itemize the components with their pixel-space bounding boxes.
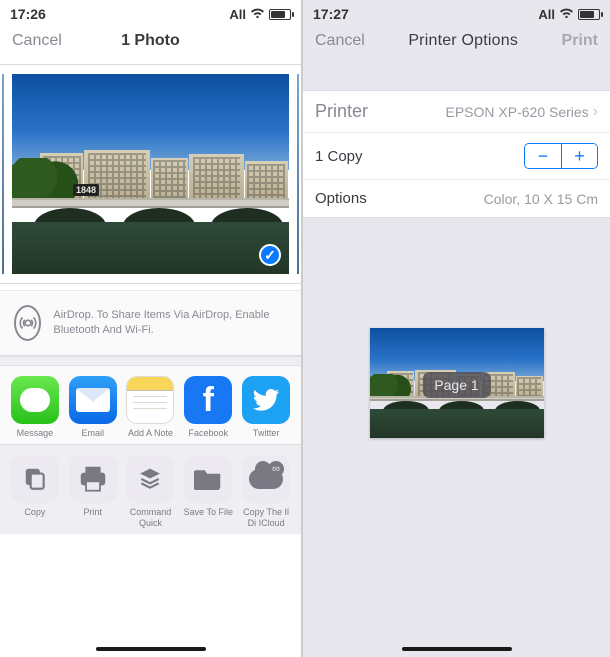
print-button[interactable]: Print [562, 32, 598, 50]
share-sheet-screen: 17:26 All Cancel 1 Photo [0, 0, 303, 657]
wifi-icon [250, 7, 265, 22]
status-bar: 17:27 All [303, 0, 610, 24]
mail-icon [69, 376, 117, 424]
home-indicator[interactable] [96, 647, 206, 651]
print-preview[interactable]: Page 1 [303, 328, 610, 438]
airdrop-icon [14, 305, 41, 341]
battery-icon [269, 9, 291, 20]
share-twitter[interactable]: Twitter [239, 376, 293, 438]
action-copy[interactable]: Copy [8, 455, 62, 528]
facebook-icon: f [184, 376, 232, 424]
nav-title: Printer Options [408, 32, 518, 50]
twitter-icon [242, 376, 290, 424]
nav-bar: Cancel 1 Photo [0, 24, 301, 64]
decrement-button[interactable]: − [525, 144, 561, 168]
battery-icon [578, 9, 600, 20]
preview-page-1[interactable]: Page 1 [370, 328, 544, 438]
status-time: 17:27 [313, 6, 349, 22]
printer-row[interactable]: Printer EPSON XP-620 Series› [303, 91, 610, 133]
printer-options-screen: 17:27 All Cancel Printer Options Print P… [303, 0, 610, 657]
copies-row: 1 Copy − + [303, 133, 610, 180]
share-facebook[interactable]: f Facebook [181, 376, 235, 438]
share-messages[interactable]: Message [8, 376, 62, 438]
cancel-button[interactable]: Cancel [315, 32, 365, 50]
print-settings-list: Printer EPSON XP-620 Series› 1 Copy − + … [303, 90, 610, 218]
action-print[interactable]: Print [66, 455, 120, 528]
wifi-icon [559, 7, 574, 22]
status-bar: 17:26 All [0, 0, 301, 24]
copy-icon [11, 455, 59, 503]
folder-icon [184, 455, 232, 503]
action-copy-icloud[interactable]: ∞ Copy The Il Di ICloud [239, 455, 293, 528]
nav-title: 1 Photo [121, 32, 180, 50]
photo-selection-strip[interactable]: 1848 [0, 64, 301, 284]
nav-bar: Cancel Printer Options Print [303, 24, 610, 64]
action-save-to-file[interactable]: Save To File [181, 455, 235, 528]
increment-button[interactable]: + [561, 144, 597, 168]
share-email[interactable]: Email [66, 376, 120, 438]
carrier-label: All [229, 7, 246, 22]
airdrop-text: AirDrop. To Share Items Via AirDrop, Ena… [53, 308, 287, 338]
home-indicator[interactable] [402, 647, 512, 651]
options-row[interactable]: Options Color, 10 X 15 Cm [303, 180, 610, 217]
selected-check-icon[interactable] [259, 244, 281, 266]
status-time: 17:26 [10, 6, 46, 22]
print-icon [69, 455, 117, 503]
layers-icon [126, 455, 174, 503]
selected-photo[interactable]: 1848 [10, 72, 291, 276]
action-command-quick[interactable]: Command Quick [124, 455, 178, 528]
notes-icon [126, 376, 174, 424]
icloud-link-icon: ∞ [242, 455, 290, 503]
share-notes[interactable]: Add A Note [124, 376, 178, 438]
prev-photo-sliver[interactable] [0, 72, 6, 276]
share-actions-row[interactable]: Copy Print Command Quick Save To File ∞ … [0, 444, 301, 534]
next-photo-sliver[interactable] [295, 72, 301, 276]
cancel-button[interactable]: Cancel [12, 32, 62, 50]
messages-icon [11, 376, 59, 424]
share-apps-row[interactable]: Message Email Add A Note f Facebook Twit… [0, 366, 301, 444]
photo-inscription: 1848 [73, 184, 99, 196]
page-number-badge: Page 1 [422, 372, 490, 398]
copies-stepper: − + [524, 143, 598, 169]
airdrop-row[interactable]: AirDrop. To Share Items Via AirDrop, Ena… [0, 290, 301, 356]
carrier-label: All [538, 7, 555, 22]
chevron-right-icon: › [593, 103, 598, 121]
